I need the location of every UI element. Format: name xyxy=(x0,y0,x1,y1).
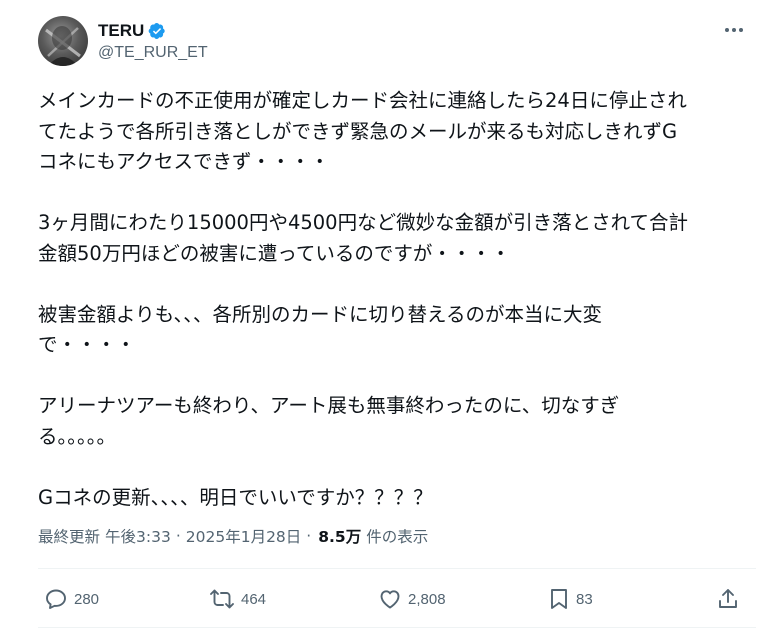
author-name[interactable]: TERU xyxy=(98,21,144,41)
updated-label: 最終更新 xyxy=(38,528,101,546)
avatar[interactable] xyxy=(38,16,88,66)
post-text: メインカードの不正使用が確定しカード会社に連絡したら24日に停止され てたようで… xyxy=(38,86,756,513)
action-bar: 280 464 2,808 83 xyxy=(38,582,756,616)
avatar-photo xyxy=(45,26,81,66)
meta-separator: · xyxy=(175,527,181,545)
author-handle[interactable]: @TE_RUR_ET xyxy=(98,44,208,62)
bookmark-count: 83 xyxy=(576,590,593,608)
views-label: 件の表示 xyxy=(366,528,429,546)
share-icon xyxy=(719,589,737,608)
post-paragraph: アリーナツアーも終わり、アート展も無事終わったのに、切なすぎ る。。。。。 xyxy=(38,394,620,448)
like-count: 2,808 xyxy=(408,590,446,608)
post-header: TERU @TE_RUR_ET xyxy=(38,14,758,68)
more-options-icon[interactable] xyxy=(722,20,746,40)
bookmark-icon xyxy=(551,589,567,609)
post-paragraph: Gコネの更新、、、、明日でいいですか？？？？ xyxy=(38,485,433,509)
repost-icon xyxy=(210,589,234,609)
verified-badge-icon xyxy=(148,22,166,40)
view-count[interactable]: 8.5万 xyxy=(318,525,361,547)
reply-button[interactable]: 280 xyxy=(44,582,99,616)
repost-count: 464 xyxy=(241,590,267,608)
reply-count: 280 xyxy=(74,590,100,608)
heart-icon xyxy=(380,590,400,609)
meta-separator: · xyxy=(306,527,312,545)
like-button[interactable]: 2,808 xyxy=(378,582,446,616)
post-date[interactable]: 2025年1月28日 xyxy=(186,525,302,547)
post-paragraph: 被害金額よりも、、、各所別のカードに切り替えるのが本当に大変 で・・・・ xyxy=(38,302,602,357)
post-time[interactable]: 午後3:33 xyxy=(105,525,171,547)
reply-icon xyxy=(46,589,66,609)
post-paragraph: 3ヶ月間にわたり15000円や4500円など微妙な金額が引き落とされて合計 金額… xyxy=(38,211,688,265)
bookmark-button[interactable]: 83 xyxy=(548,582,593,616)
post-meta: 最終更新 午後3:33 · 2025年1月28日 · 8.5万 件の表示 xyxy=(38,524,428,548)
divider xyxy=(38,568,756,569)
repost-button[interactable]: 464 xyxy=(209,582,266,616)
post-paragraph: メインカードの不正使用が確定しカード会社に連絡したら24日に停止され てたようで… xyxy=(38,89,687,173)
name-row: TERU xyxy=(98,20,166,42)
share-button[interactable] xyxy=(716,582,740,616)
